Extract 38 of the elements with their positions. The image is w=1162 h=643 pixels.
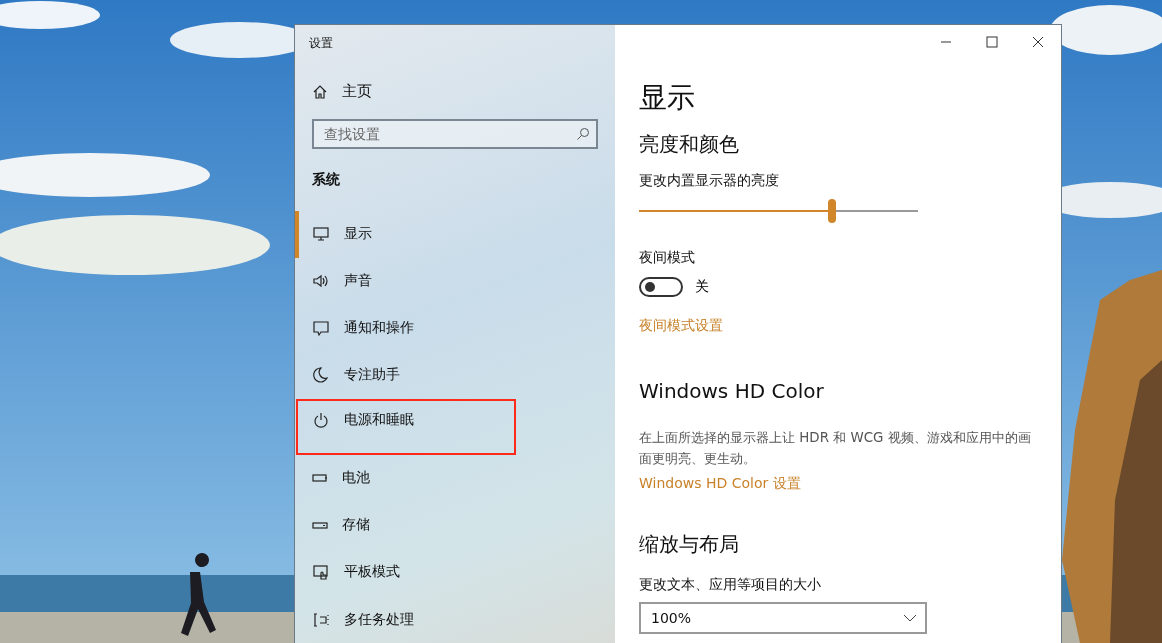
chevron-down-icon [903, 614, 917, 622]
speech-bubble-icon [312, 319, 330, 338]
window-title: 设置 [308, 35, 334, 52]
home-icon [312, 83, 328, 100]
power-icon [312, 410, 330, 429]
night-mode-label: 夜间模式 [639, 249, 696, 267]
sidebar-item[interactable]: 存储 [295, 501, 615, 549]
hd-color-description: 在上面所选择的显示器上让 HDR 和 WCG 视频、游戏和应用中的画面更明亮、更生动。 [639, 429, 1032, 468]
storage-drive-icon [312, 521, 328, 529]
search-icon [576, 127, 590, 142]
tablet-hand-icon [312, 563, 330, 582]
text-size-label: 更改文本、应用等项目的大小 [639, 576, 822, 594]
scale-dropdown[interactable]: 100% [639, 602, 927, 634]
home-link[interactable]: 主页 [295, 70, 615, 114]
sidebar-item[interactable]: 专注助手 [295, 351, 615, 399]
brightness-label: 更改内置显示器的亮度 [639, 172, 780, 190]
multitask-icon [312, 610, 330, 629]
page-title: 显示 [639, 80, 696, 116]
minimize-icon [941, 41, 951, 43]
maximize-icon [986, 36, 998, 48]
sidebar-item[interactable]: 通知和操作 [295, 304, 615, 352]
section-heading: Windows HD Color [639, 379, 825, 403]
night-mode-toggle[interactable] [639, 277, 683, 297]
close-icon [1032, 36, 1044, 48]
sidebar-item[interactable]: 电源和睡眠 [296, 398, 516, 455]
sidebar-item[interactable]: 声音 [295, 257, 615, 305]
section-heading: 缩放与布局 [639, 531, 740, 558]
brightness-slider[interactable] [639, 199, 918, 223]
moon-icon [312, 366, 330, 385]
toggle-state: 关 [695, 278, 709, 296]
search-field[interactable]: 查找设置 [312, 119, 598, 150]
sidebar-item[interactable]: 多任务处理 [295, 596, 615, 643]
monitor-icon [312, 225, 330, 244]
section-heading: 系统 [311, 170, 341, 190]
sidebar-item[interactable]: 平板模式 [295, 548, 615, 596]
sidebar-item[interactable]: 电池 [295, 454, 615, 502]
battery-icon [312, 474, 328, 483]
section-heading: 亮度和颜色 [639, 131, 740, 158]
